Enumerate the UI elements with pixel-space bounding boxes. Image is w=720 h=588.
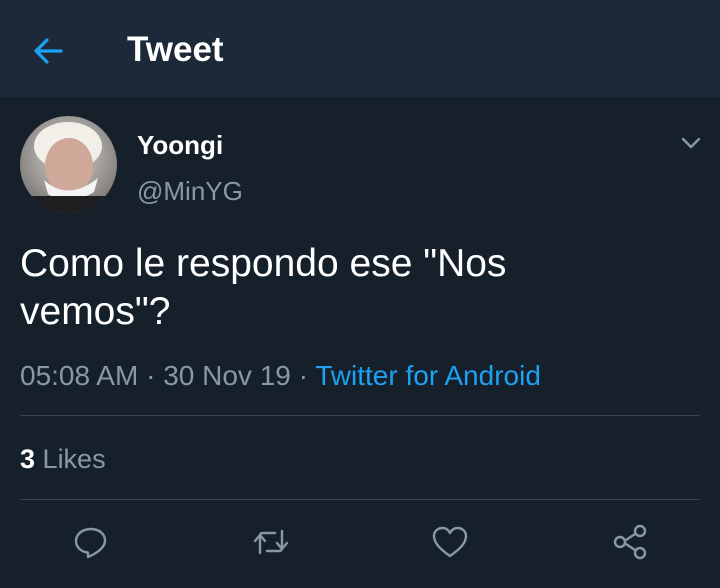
- retweet-icon: [253, 529, 289, 555]
- back-button[interactable]: [26, 28, 72, 74]
- author-handle[interactable]: @MinYG: [137, 176, 243, 206]
- tweet-date: 30 Nov 19: [163, 360, 291, 391]
- divider: [20, 499, 700, 500]
- share-button[interactable]: [610, 522, 650, 562]
- tweet-source-link[interactable]: Twitter for Android: [315, 360, 541, 391]
- tweet-metadata: 05:08 AM · 30 Nov 19 · Twitter for Andro…: [20, 359, 541, 393]
- meta-separator: ·: [146, 360, 156, 391]
- reply-button[interactable]: [71, 522, 111, 562]
- retweet-button[interactable]: [251, 522, 291, 562]
- page-title: Tweet: [127, 30, 224, 69]
- author-name[interactable]: Yoongi: [137, 130, 223, 160]
- avatar[interactable]: [20, 116, 117, 213]
- share-icon: [613, 524, 647, 560]
- likes-count: 3: [20, 444, 36, 474]
- chevron-down-icon: [681, 137, 701, 149]
- more-options-button[interactable]: [676, 128, 706, 158]
- likes-label: Likes: [42, 444, 106, 474]
- top-app-bar: Tweet: [0, 0, 720, 99]
- tweet-text: Como le respondo ese "Nos vemos"?: [20, 242, 507, 333]
- like-button[interactable]: [430, 522, 470, 562]
- likes-stat[interactable]: 3 Likes: [20, 443, 106, 475]
- reply-icon: [74, 527, 107, 559]
- meta-separator: ·: [298, 360, 308, 391]
- arrow-left-icon: [34, 38, 63, 64]
- tweet-time: 05:08 AM: [20, 360, 139, 391]
- divider: [20, 415, 700, 416]
- heart-icon: [432, 526, 468, 558]
